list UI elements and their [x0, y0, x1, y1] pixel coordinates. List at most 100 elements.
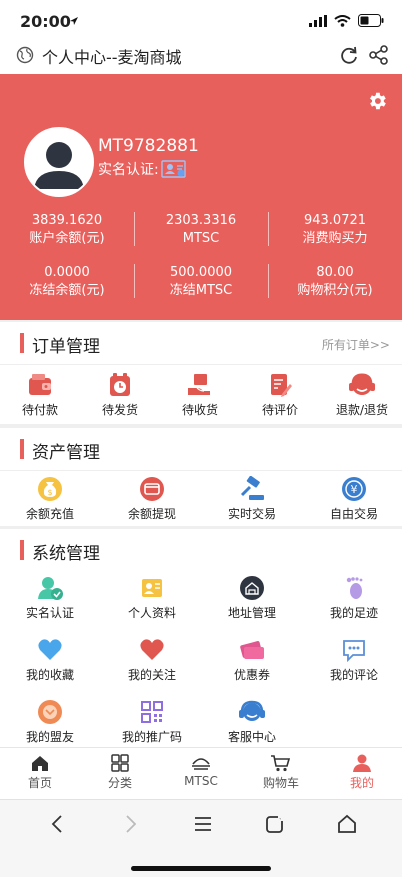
system-label: 个人资料 — [127, 606, 176, 620]
order-pending-shipment[interactable]: 待发货 — [84, 372, 156, 418]
system-address[interactable]: 地址管理 — [212, 575, 292, 621]
service-icon — [239, 700, 265, 721]
verify-label: 实名认证: — [98, 162, 159, 178]
system-promo-code[interactable]: 我的推广码 — [112, 699, 192, 745]
system-service-center[interactable]: 客服中心 — [212, 699, 292, 745]
system-footprint[interactable]: 我的足迹 — [314, 575, 394, 621]
battery-icon — [358, 14, 384, 27]
share-icon[interactable] — [368, 44, 390, 66]
forward-icon[interactable] — [120, 813, 140, 835]
system-allies[interactable]: 我的盟友 — [10, 699, 90, 745]
stat-label: 账户余额(元) — [29, 231, 105, 246]
tab-home[interactable]: 首页 — [0, 754, 80, 791]
status-time: 20:00 — [20, 12, 71, 31]
menu-icon[interactable] — [192, 813, 214, 835]
card-withdraw-icon — [140, 477, 164, 501]
follow-heart-icon — [140, 639, 164, 660]
order-label: 待发货 — [101, 403, 138, 417]
stats-row: 0.0000 冻结余额(元) 500.0000 冻结MTSC 80.00 购物积… — [0, 260, 402, 312]
yuan-exchange-icon: ¥ — [342, 477, 366, 501]
asset-free-trade[interactable]: ¥ 自由交易 — [314, 476, 394, 522]
system-profile[interactable]: 个人资料 — [112, 575, 192, 621]
section-title: 订单管理 — [32, 337, 100, 357]
asset-realtime-trade[interactable]: 实时交易 — [212, 476, 292, 522]
section-accent-bar — [20, 540, 24, 560]
status-icons — [309, 14, 384, 27]
home-nav-icon[interactable] — [336, 813, 358, 835]
home-icon — [32, 756, 48, 771]
order-pending-review[interactable]: 待评价 — [244, 372, 316, 418]
globe-icon — [16, 46, 34, 64]
stat-account-balance[interactable]: 3839.1620 账户余额(元) — [0, 212, 134, 248]
stats-grid: 3839.1620 账户余额(元) 2303.3316 MTSC 943.072… — [0, 208, 402, 312]
category-grid-icon — [111, 754, 129, 772]
section-title: 系统管理 — [32, 544, 100, 564]
tab-label: 分类 — [107, 776, 132, 790]
tab-mtsc[interactable]: MTSC — [161, 754, 241, 788]
stat-value: 2303.3316 — [165, 213, 237, 228]
order-pending-payment[interactable]: 待付款 — [4, 372, 76, 418]
stat-shopping-points[interactable]: 80.00 购物积分(元) — [268, 264, 402, 300]
stat-value: 500.0000 — [169, 265, 233, 280]
ally-icon — [38, 700, 62, 724]
favorite-heart-icon — [38, 639, 62, 660]
order-label: 待付款 — [21, 403, 58, 417]
asset-withdraw[interactable]: 余额提现 — [112, 476, 192, 522]
system-comments[interactable]: 我的评论 — [314, 637, 394, 683]
section-header: 资产管理 — [0, 428, 402, 470]
signal-icon — [309, 14, 327, 27]
id-card-verify-icon — [161, 160, 186, 178]
refresh-icon[interactable] — [338, 44, 360, 66]
address-icon — [240, 576, 264, 600]
stat-label: 消费购买力 — [302, 231, 368, 246]
system-label: 我的推广码 — [121, 730, 182, 744]
stat-mtsc[interactable]: 2303.3316 MTSC — [134, 212, 268, 248]
system-label: 地址管理 — [227, 606, 276, 620]
watermark: https://www.huzhan.com/ishop25196 — [90, 62, 305, 75]
system-follows[interactable]: 我的关注 — [112, 637, 192, 683]
back-icon[interactable] — [48, 813, 68, 835]
stat-value: 80.00 — [316, 265, 354, 280]
all-orders-link[interactable]: 所有订单>> — [322, 336, 390, 353]
home-indicator — [131, 866, 271, 871]
stat-label: 冻结余额(元) — [29, 283, 105, 298]
order-pending-receipt[interactable]: 待收货 — [164, 372, 236, 418]
tabs-icon[interactable] — [264, 813, 286, 835]
tab-cart[interactable]: 购物车 — [241, 754, 321, 791]
stat-frozen-balance[interactable]: 0.0000 冻结余额(元) — [0, 264, 134, 300]
system-favorites[interactable]: 我的收藏 — [10, 637, 90, 683]
mtsc-icon — [192, 758, 210, 770]
system-label: 客服中心 — [227, 730, 276, 744]
comment-icon — [343, 640, 365, 663]
cart-icon — [271, 755, 291, 772]
wifi-icon — [334, 14, 351, 27]
tab-mine[interactable]: 我的 — [322, 754, 402, 791]
money-bag-icon: $ — [38, 477, 62, 501]
stat-label: 冻结MTSC — [169, 283, 233, 298]
system-label: 优惠券 — [233, 668, 270, 682]
tab-category[interactable]: 分类 — [80, 754, 160, 791]
verify-status[interactable]: 实名认证: — [98, 159, 187, 179]
footprint-icon — [346, 577, 363, 599]
order-section: 订单管理 所有订单>> 待付款 待发货 待收货 待评价 退款/退货 — [0, 322, 402, 424]
browser-toolbar — [0, 799, 402, 877]
avatar[interactable] — [24, 127, 94, 197]
asset-label: 实时交易 — [227, 507, 276, 521]
order-refund-return[interactable]: 退款/退货 — [322, 372, 402, 418]
settings-gear-icon[interactable] — [366, 90, 388, 112]
section-accent-bar — [20, 439, 24, 459]
avatar-person-icon — [26, 129, 92, 195]
section-title: 资产管理 — [32, 443, 100, 463]
divider — [0, 470, 402, 471]
system-section: 系统管理 实名认证 个人资料 地址管理 我的足迹 我的收藏 我的关注 优惠券 我… — [0, 529, 402, 747]
system-real-name-auth[interactable]: 实名认证 — [10, 575, 90, 621]
coupon-icon — [240, 641, 264, 659]
stat-frozen-mtsc[interactable]: 500.0000 冻结MTSC — [134, 264, 268, 300]
bottom-tab-bar: 首页 分类 MTSC 购物车 我的 — [0, 747, 402, 799]
system-coupons[interactable]: 优惠券 — [212, 637, 292, 683]
tab-label: 购物车 — [262, 776, 299, 790]
stat-purchasing-power[interactable]: 943.0721 消费购买力 — [268, 212, 402, 248]
location-arrow-icon — [70, 17, 78, 25]
stat-label: MTSC — [182, 231, 220, 246]
asset-recharge[interactable]: $ 余额充值 — [10, 476, 90, 522]
